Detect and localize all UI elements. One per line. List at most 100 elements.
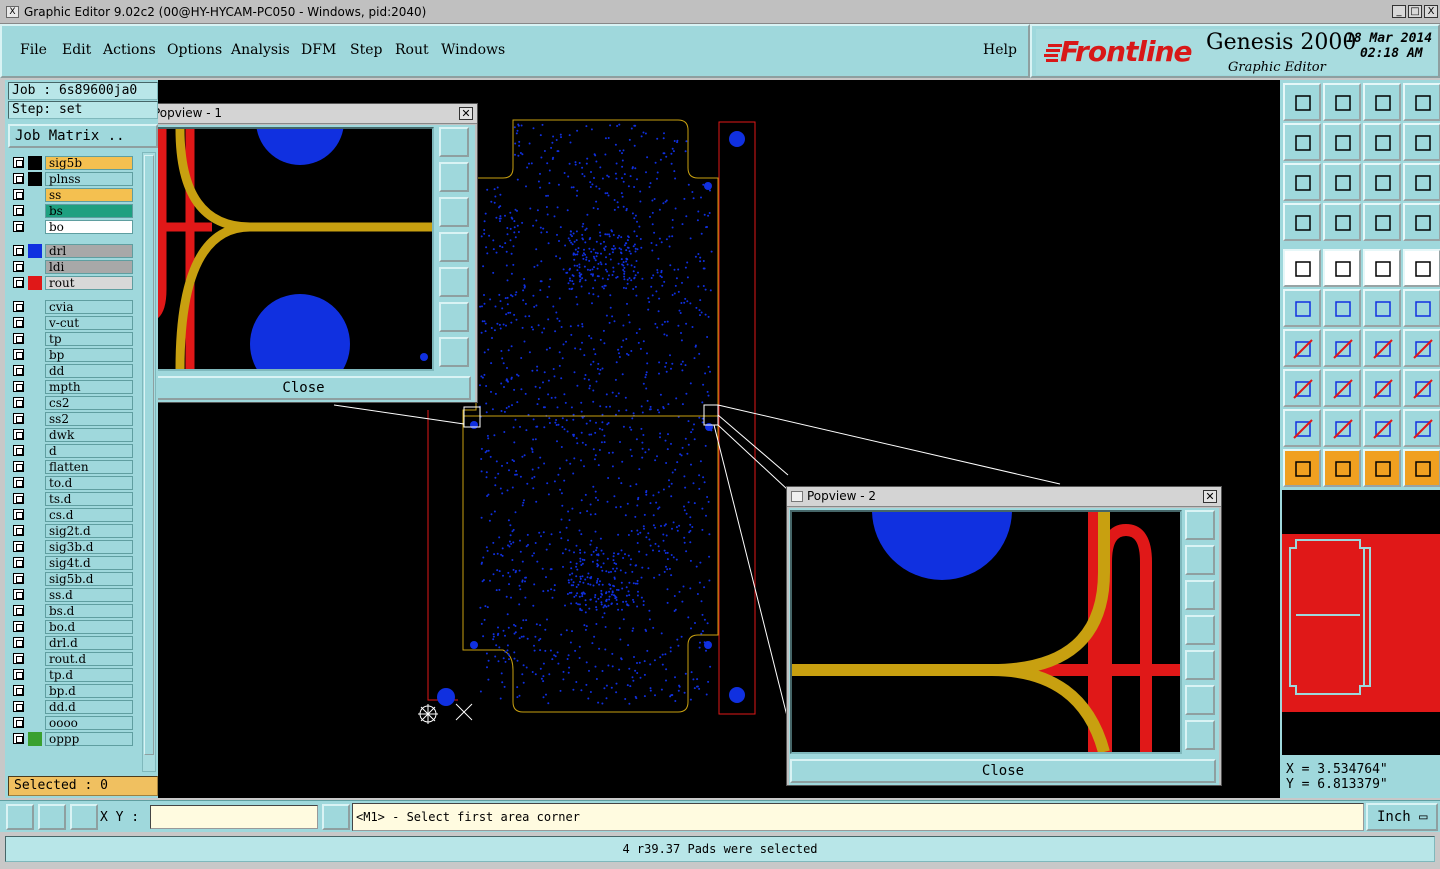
layer-name[interactable]: bp.d xyxy=(45,684,133,698)
layer-row[interactable]: cvia xyxy=(11,300,133,314)
layer-name[interactable]: bs.d xyxy=(45,604,133,618)
layer-row[interactable]: cs2 xyxy=(11,396,133,410)
scale-button[interactable] xyxy=(1363,163,1401,201)
layer-row[interactable]: tp.d xyxy=(11,668,133,682)
home-button[interactable] xyxy=(1363,83,1401,121)
layer-name[interactable]: dwk xyxy=(45,428,133,442)
layer-checkbox[interactable] xyxy=(13,349,24,360)
delete-button[interactable] xyxy=(1323,289,1361,327)
popview-pan-up-button[interactable] xyxy=(439,162,469,192)
net-button[interactable] xyxy=(1283,289,1321,327)
popview-pan-left-button[interactable] xyxy=(1185,615,1215,645)
layer-checkbox[interactable] xyxy=(13,173,24,184)
fit-button[interactable] xyxy=(1283,163,1321,201)
menu-rout[interactable]: Rout xyxy=(395,42,429,58)
layer-name[interactable]: dd.d xyxy=(45,700,133,714)
layer-color-swatch[interactable] xyxy=(28,244,42,258)
layer-checkbox[interactable] xyxy=(13,669,24,680)
angle-button[interactable] xyxy=(1283,329,1321,367)
layer-row[interactable]: flatten xyxy=(11,460,133,474)
shapes-button[interactable] xyxy=(1403,369,1440,407)
layer-row[interactable]: dd xyxy=(11,364,133,378)
select-button[interactable] xyxy=(1323,449,1361,487)
layer-checkbox[interactable] xyxy=(13,589,24,600)
layer-name[interactable]: rout xyxy=(45,276,133,290)
grid-button[interactable] xyxy=(70,804,98,830)
pointer-button[interactable] xyxy=(1283,449,1321,487)
help-button[interactable] xyxy=(1403,163,1440,201)
layer-row[interactable]: dd.d xyxy=(11,700,133,714)
layer-checkbox[interactable] xyxy=(13,461,24,472)
minimize-button[interactable]: _ xyxy=(1392,5,1406,18)
layer-checkbox[interactable] xyxy=(13,557,24,568)
layer-checkbox[interactable] xyxy=(13,301,24,312)
menu-edit[interactable]: Edit xyxy=(62,42,91,58)
layer-name[interactable]: d xyxy=(45,444,133,458)
layer-name[interactable]: bp xyxy=(45,348,133,362)
layer-checkbox[interactable] xyxy=(13,653,24,664)
layer-checkbox[interactable] xyxy=(13,445,24,456)
a-button[interactable] xyxy=(1363,409,1401,447)
snap-button[interactable] xyxy=(1283,203,1321,241)
layer-name[interactable]: mpth xyxy=(45,380,133,394)
measure-mode-button[interactable] xyxy=(38,804,66,830)
info-button[interactable] xyxy=(322,804,350,830)
minus-button[interactable] xyxy=(1323,369,1361,407)
popview-pan-down-button[interactable] xyxy=(439,197,469,227)
layer-checkbox[interactable] xyxy=(13,221,24,232)
layer-row[interactable]: ss.d xyxy=(11,588,133,602)
zoom-fit-button[interactable] xyxy=(1323,163,1361,201)
layer-name[interactable]: plnss xyxy=(45,172,133,186)
layer-row[interactable]: v-cut xyxy=(11,316,133,330)
layer-checkbox[interactable] xyxy=(13,733,24,744)
layer-name[interactable]: drl.d xyxy=(45,636,133,650)
pan-left-button[interactable] xyxy=(1283,123,1321,161)
mirror-button[interactable] xyxy=(1403,329,1440,367)
popview-pan-down-button[interactable] xyxy=(1185,580,1215,610)
layer-pad2-button[interactable] xyxy=(1403,203,1440,241)
line-button[interactable] xyxy=(1363,289,1401,327)
select-path-button[interactable] xyxy=(1403,449,1440,487)
popview-pan-left-button[interactable] xyxy=(439,232,469,262)
layer-row[interactable]: sig4t.d xyxy=(11,556,133,570)
layer-name[interactable]: sig3b.d xyxy=(45,540,133,554)
add-pad-button[interactable] xyxy=(1283,249,1321,287)
layer-name[interactable]: sig5b.d xyxy=(45,572,133,586)
layer-checkbox[interactable] xyxy=(13,189,24,200)
triangle-button[interactable] xyxy=(1283,409,1321,447)
layer-color-swatch[interactable] xyxy=(28,732,42,746)
layer-row[interactable]: rout.d xyxy=(11,652,133,666)
layer-row[interactable]: d xyxy=(11,444,133,458)
layer-name[interactable]: oooo xyxy=(45,716,133,730)
minimap[interactable] xyxy=(1282,490,1440,755)
segment-button[interactable] xyxy=(1323,329,1361,367)
layer-row[interactable]: bo.d xyxy=(11,620,133,634)
menu-help[interactable]: Help xyxy=(983,42,1017,58)
pan-right-button[interactable] xyxy=(1323,123,1361,161)
popview-2-close-button[interactable]: Close xyxy=(790,759,1216,783)
arc-button[interactable] xyxy=(1403,289,1440,327)
layer-row[interactable]: bs xyxy=(11,204,133,218)
layer-name[interactable]: ss xyxy=(45,188,133,202)
popview-2-window[interactable]: Popview - 2 ✕ Close xyxy=(786,486,1222,786)
layer-checkbox[interactable] xyxy=(13,429,24,440)
layer-checkbox[interactable] xyxy=(13,157,24,168)
layer-name[interactable]: cs.d xyxy=(45,508,133,522)
layer-name[interactable]: flatten xyxy=(45,460,133,474)
layer-name[interactable]: drl xyxy=(45,244,133,258)
layer-checkbox[interactable] xyxy=(13,261,24,272)
select-area-button[interactable] xyxy=(1363,449,1401,487)
popview-zoom-out-button[interactable] xyxy=(439,337,469,367)
menu-file[interactable]: File xyxy=(20,42,47,58)
a-mark-button[interactable] xyxy=(1403,409,1440,447)
layer-row[interactable]: oppp xyxy=(11,732,133,746)
layer-checkbox[interactable] xyxy=(13,573,24,584)
layer-row[interactable]: oooo xyxy=(11,716,133,730)
layer-name[interactable]: rout.d xyxy=(45,652,133,666)
layer-name[interactable]: cvia xyxy=(45,300,133,314)
feature-button[interactable] xyxy=(1283,369,1321,407)
layer-name[interactable]: dd xyxy=(45,364,133,378)
ruler-button[interactable] xyxy=(1363,249,1401,287)
popview-1-view[interactable] xyxy=(158,127,434,371)
popview-2-close-x[interactable]: ✕ xyxy=(1203,490,1217,503)
